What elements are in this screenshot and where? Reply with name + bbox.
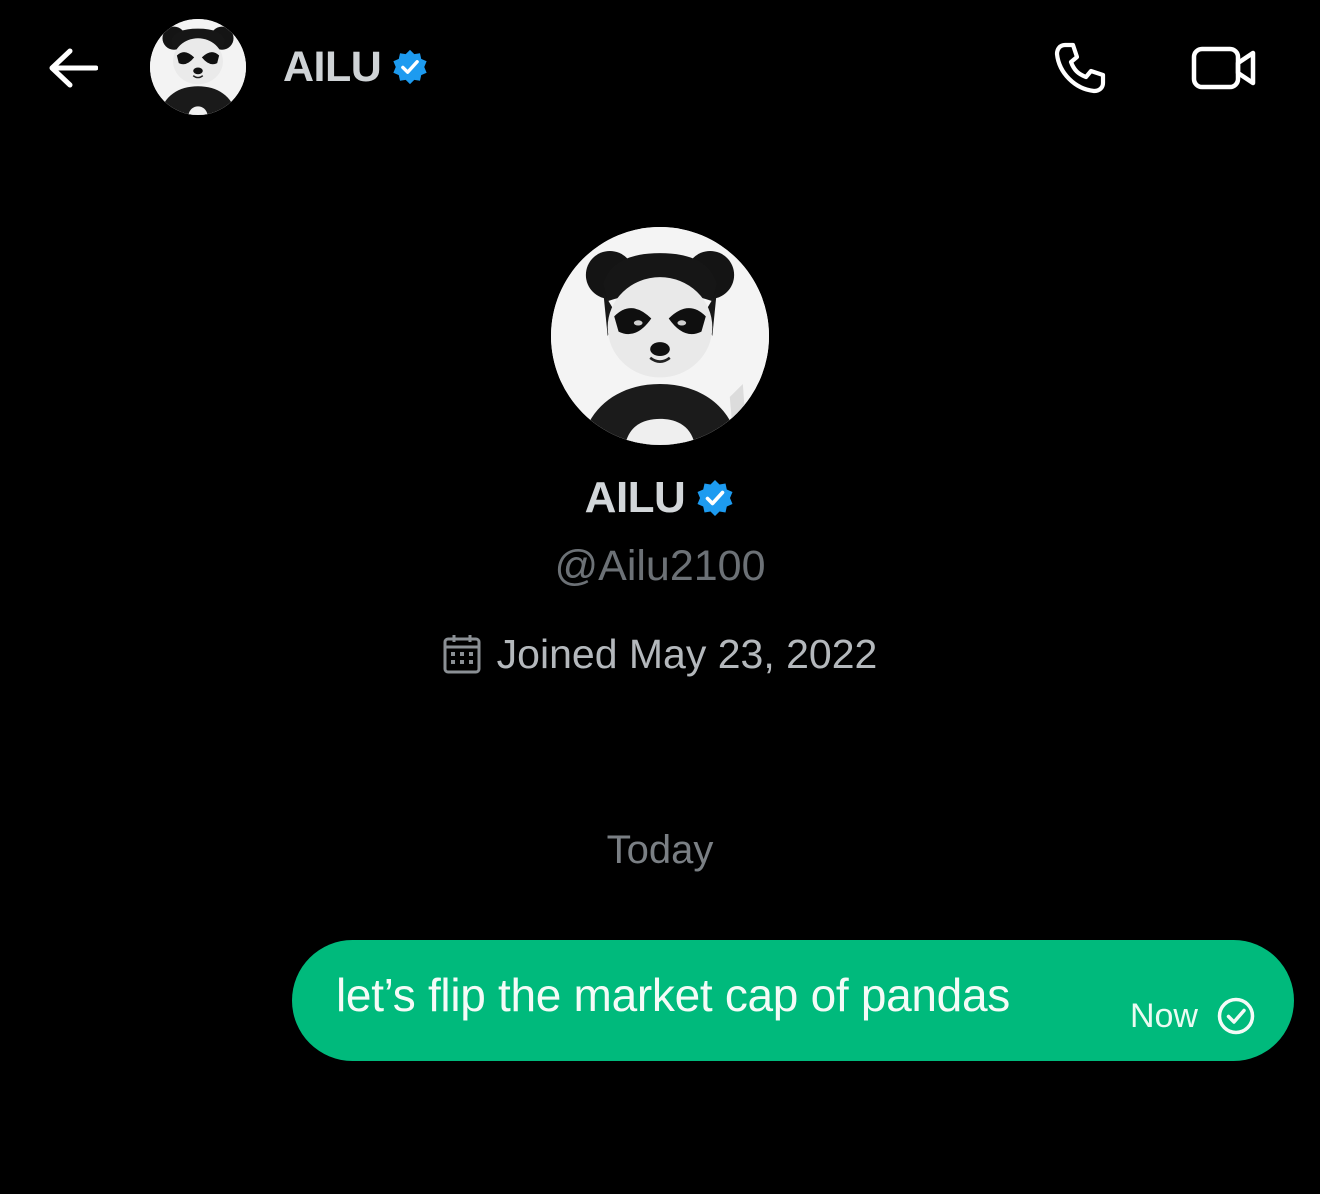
message-meta: Now — [1130, 994, 1256, 1038]
profile-avatar[interactable] — [551, 227, 769, 445]
message-timestamp: Now — [1129, 996, 1198, 1035]
verified-badge-icon — [697, 480, 733, 516]
back-button[interactable] — [40, 36, 104, 100]
calendar-icon — [443, 635, 481, 674]
joined-date-row: Joined May 23, 2022 — [0, 626, 1320, 682]
header-avatar[interactable] — [150, 19, 246, 115]
video-call-button[interactable] — [1188, 36, 1260, 100]
day-separator: Today — [606, 828, 714, 872]
phone-icon — [1054, 42, 1106, 94]
voice-call-button[interactable] — [1048, 36, 1112, 100]
arrow-left-icon — [49, 48, 98, 88]
message-text: let’s flip the market cap of pandas — [336, 969, 1010, 1021]
verified-badge-icon — [393, 49, 427, 85]
header-name: AILU — [283, 42, 382, 91]
conversation-header: AILU — [0, 0, 1320, 134]
joined-date: Joined May 23, 2022 — [496, 630, 878, 677]
panda-avatar-image — [150, 19, 246, 115]
sent-check-icon — [1217, 997, 1255, 1035]
profile-handle: @Ailu2100 — [554, 542, 766, 590]
header-title[interactable]: AILU — [283, 38, 429, 96]
profile-name: AILU — [584, 473, 686, 522]
sent-message-bubble[interactable]: let’s flip the market cap of pandas Now — [292, 940, 1294, 1061]
profile-name-row: AILU — [0, 468, 1320, 528]
video-camera-icon — [1191, 46, 1256, 90]
panda-avatar-image — [551, 227, 769, 445]
